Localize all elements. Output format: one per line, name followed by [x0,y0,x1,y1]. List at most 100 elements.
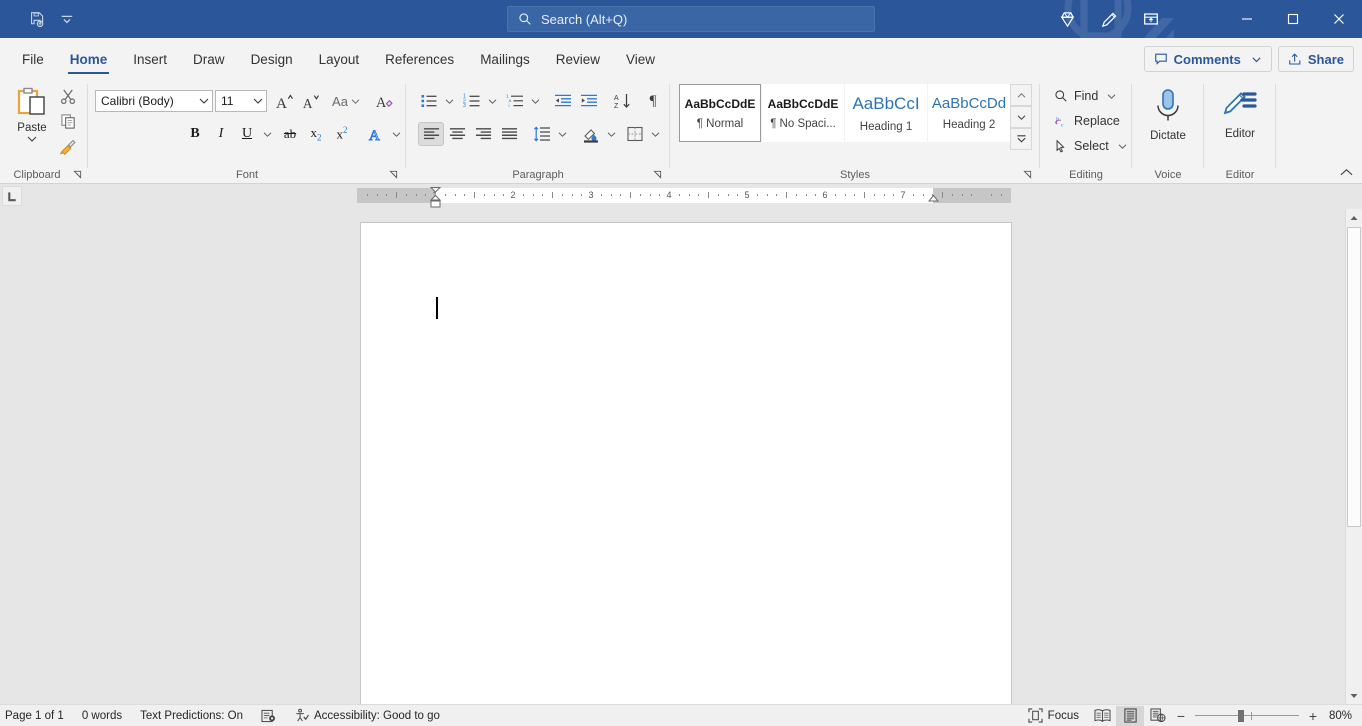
subscript-button[interactable]: x2 [304,122,328,146]
style-heading-2[interactable]: AaBbCcDd Heading 2 [928,84,1010,142]
tab-view[interactable]: View [613,42,668,76]
increase-indent-button[interactable] [576,89,602,113]
underline-button[interactable]: U [235,122,259,146]
bullets-dropdown[interactable] [442,89,457,113]
tab-review[interactable]: Review [543,42,613,76]
scroll-down-button[interactable] [1346,687,1362,704]
tab-draw[interactable]: Draw [180,42,238,76]
word-count[interactable]: 0 words [73,706,131,726]
ribbon-display-options-icon[interactable] [1130,0,1172,38]
bullets-button[interactable] [416,89,442,113]
font-family-select[interactable]: Calibri (Body) [95,90,213,112]
tab-mailings[interactable]: Mailings [467,42,543,76]
document-canvas[interactable] [0,209,1362,704]
clipboard-dialog-launcher[interactable] [70,167,84,181]
borders-button[interactable] [622,122,648,146]
bold-button[interactable]: B [183,122,207,146]
search-input[interactable]: Search (Alt+Q) [507,6,875,32]
read-mode-button[interactable] [1088,706,1116,726]
numbering-button[interactable]: 1 2 3 [459,89,485,113]
dictate-button[interactable]: Dictate [1139,82,1197,160]
styles-scroll-up-button[interactable] [1010,84,1032,106]
shading-dropdown[interactable] [604,122,619,146]
style-no-spacing[interactable]: AaBbCcDdE ¶ No Spaci... [762,84,844,142]
justify-button[interactable] [496,122,522,146]
line-spacing-button[interactable] [529,122,555,146]
select-button[interactable]: Select [1049,134,1132,158]
tab-layout[interactable]: Layout [306,42,373,76]
sort-button[interactable]: A Z [609,89,635,113]
superscript-button[interactable]: x2 [330,122,354,146]
zoom-slider[interactable] [1195,706,1299,726]
tab-design[interactable]: Design [238,42,306,76]
font-dialog-launcher[interactable] [386,167,400,181]
tab-insert[interactable]: Insert [120,42,180,76]
chevron-down-icon[interactable] [1251,54,1262,65]
strikethrough-button[interactable]: ab [278,122,302,146]
focus-mode-button[interactable]: Focus [1019,706,1088,726]
zoom-slider-thumb[interactable] [1238,710,1244,722]
editor-button[interactable]: Editor [1211,82,1269,160]
chevron-down-icon[interactable] [27,135,37,143]
align-left-button[interactable] [418,122,444,146]
show-formatting-marks-button[interactable]: ¶ [640,89,666,113]
maximize-button[interactable] [1270,0,1316,38]
zoom-level-label[interactable]: 80% [1322,710,1358,722]
scrollbar-thumb[interactable] [1347,227,1361,527]
shading-button[interactable] [578,122,604,146]
borders-dropdown[interactable] [648,122,663,146]
chevron-down-icon[interactable] [1107,93,1116,100]
scroll-up-button[interactable] [1346,209,1362,226]
paste-button[interactable]: Paste [8,82,56,160]
shrink-font-button[interactable]: A [298,89,322,113]
format-painter-button[interactable] [56,134,80,158]
style-normal[interactable]: AaBbCcDdE ¶ Normal [679,84,761,142]
save-icon[interactable] [22,5,52,33]
pen-draw-icon[interactable] [1088,0,1130,38]
styles-scroll-down-button[interactable] [1010,106,1032,128]
tab-file[interactable]: File [9,42,57,76]
numbering-dropdown[interactable] [485,89,500,113]
style-heading-1[interactable]: AaBbCcI Heading 1 [845,84,927,142]
text-effects-button[interactable]: A [363,122,389,146]
share-button[interactable]: Share [1278,46,1354,72]
italic-button[interactable]: I [209,122,233,146]
comments-button[interactable]: Comments [1144,46,1272,72]
zoom-in-button[interactable]: + [1304,706,1322,726]
clear-formatting-button[interactable]: A [372,89,398,113]
align-center-button[interactable] [444,122,470,146]
change-case-button[interactable]: Aa [328,89,364,113]
copy-button[interactable] [56,109,80,133]
chevron-down-icon[interactable] [1118,143,1127,150]
tab-stop-selector[interactable] [2,186,22,206]
text-effects-dropdown[interactable] [389,122,404,146]
accessibility-status[interactable]: Accessibility: Good to go [285,706,449,726]
horizontal-ruler[interactable]: 1234567 [357,188,1011,203]
styles-more-button[interactable] [1010,128,1032,150]
web-layout-button[interactable] [1144,706,1172,726]
zoom-out-button[interactable]: − [1172,706,1190,726]
font-size-select[interactable]: 11 [215,90,267,112]
document-page[interactable] [360,222,1012,704]
tab-home[interactable]: Home [57,42,121,76]
minimize-button[interactable] [1224,0,1270,38]
tab-references[interactable]: References [372,42,467,76]
cut-button[interactable] [56,84,80,108]
proofing-status[interactable] [252,706,285,726]
align-right-button[interactable] [470,122,496,146]
multilevel-list-dropdown[interactable] [528,89,543,113]
underline-dropdown[interactable] [259,122,275,146]
text-predictions-status[interactable]: Text Predictions: On [131,706,252,726]
print-layout-button[interactable] [1116,706,1144,726]
replace-button[interactable]: b c Replace [1049,109,1125,133]
multilevel-list-button[interactable]: 1 a i [502,89,528,113]
vertical-scrollbar[interactable] [1345,209,1362,704]
paragraph-dialog-launcher[interactable] [650,167,664,181]
find-button[interactable]: Find [1049,84,1121,108]
grow-font-button[interactable]: A [272,89,296,113]
close-button[interactable] [1316,0,1362,38]
customize-quick-access-toolbar-icon[interactable] [52,5,82,33]
line-spacing-dropdown[interactable] [555,122,570,146]
page-indicator[interactable]: Page 1 of 1 [0,706,73,726]
styles-dialog-launcher[interactable] [1020,167,1034,181]
